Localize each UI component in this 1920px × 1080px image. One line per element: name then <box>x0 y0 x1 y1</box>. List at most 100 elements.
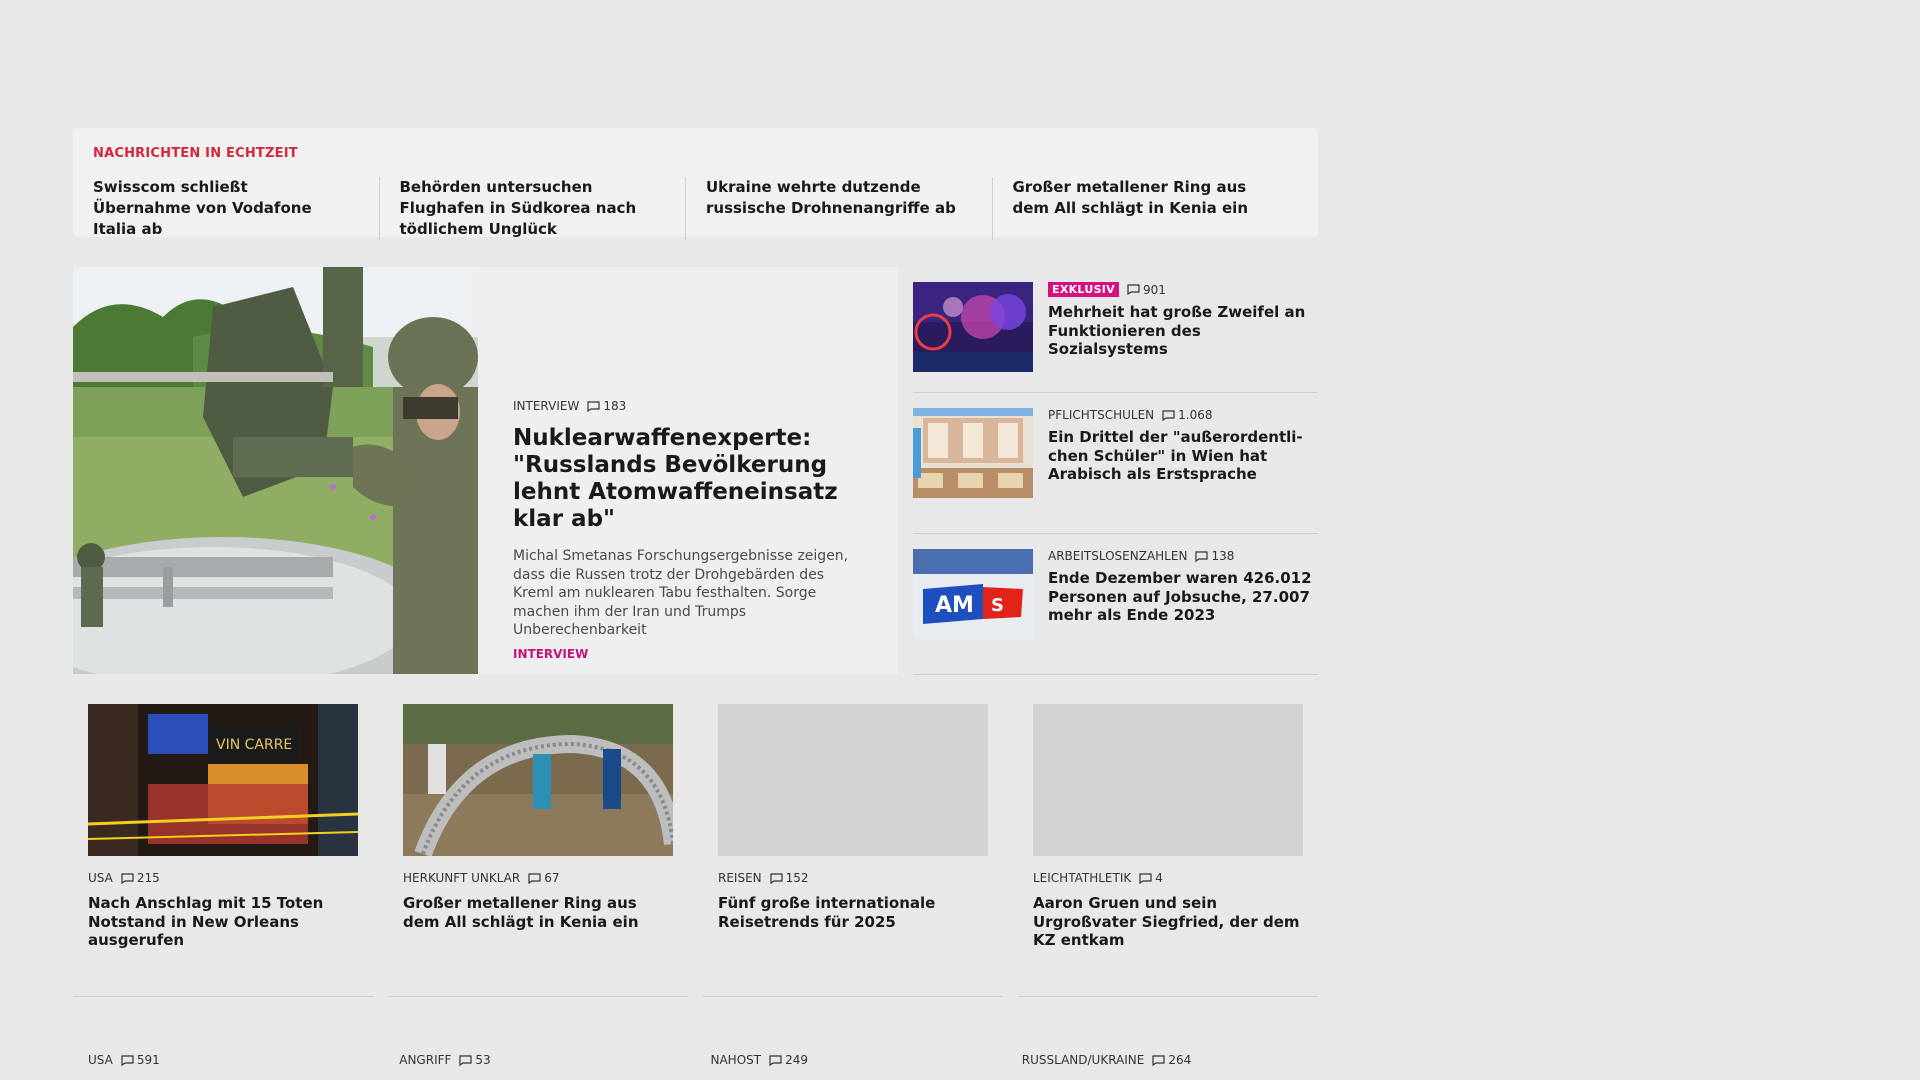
comment-bubble-icon <box>1139 872 1152 884</box>
card-meta: LEICHTATHLETIK 4 <box>1033 871 1303 885</box>
comment-bubble-icon <box>1195 550 1209 562</box>
comment-count-value: 53 <box>475 1053 491 1067</box>
ticker-items: Swisscom schließt Übernahme von Vodafone… <box>93 177 1298 240</box>
side-item-kicker: PFLICHTSCHULEN <box>1048 408 1155 422</box>
comment-bubble-icon <box>770 872 783 884</box>
live-ticker: NACHRICHTEN IN ECHTZEIT Swisscom schließ… <box>73 128 1318 240</box>
hero-lead: Michal Smetanas Forschungsergebnisse zei… <box>513 548 849 638</box>
comment-count[interactable]: 183 <box>587 399 626 413</box>
card-image-placeholder[interactable] <box>1033 704 1303 856</box>
side-item-text: EXKLUSIV 901 Mehrheit hat große Zweifel … <box>1048 282 1318 392</box>
card-kicker: LEICHTATHLETIK <box>1033 871 1132 885</box>
comment-count-value: 152 <box>785 871 809 885</box>
svg-text:S: S <box>991 595 1004 616</box>
hero-tag[interactable]: INTERVIEW <box>513 647 852 661</box>
comment-bubble-icon <box>459 1054 473 1066</box>
comment-count-value: 215 <box>136 871 160 885</box>
hero-kicker: INTERVIEW <box>513 399 580 413</box>
comment-bubble-icon <box>769 1054 782 1066</box>
comment-count-value: 249 <box>785 1053 809 1067</box>
hero-image[interactable] <box>73 267 478 674</box>
card-kicker: REISEN <box>718 871 762 885</box>
comment-count[interactable]: 67 <box>528 871 560 885</box>
side-item[interactable]: PFLICHTSCHULEN 1.068 Ein Drittel der "au… <box>913 393 1318 534</box>
comment-bubble-icon <box>587 400 600 412</box>
comment-bubble-icon <box>528 872 541 884</box>
side-item-title[interactable]: Ende Dezember waren 426.012 Personen auf… <box>1048 569 1318 625</box>
comment-count[interactable]: 901 <box>1127 283 1166 297</box>
comment-count-value: 1.068 <box>1178 408 1213 422</box>
side-item[interactable]: EXKLUSIV 901 Mehrheit hat große Zweifel … <box>913 267 1318 393</box>
side-item-meta: EXKLUSIV 901 <box>1048 282 1318 297</box>
article-card[interactable]: VIN CARRE USA 215 Nach Anschlag mit 15 T… <box>73 704 373 997</box>
hero-title[interactable]: Nuklearwaffenexperte: "Russlands Bevölke… <box>513 425 852 533</box>
hero-article[interactable]: INTERVIEW 183 Nuklearwaffenexperte: "Rus… <box>73 267 898 674</box>
svg-text:VIN CARRE: VIN CARRE <box>216 737 292 753</box>
hero-meta: INTERVIEW 183 <box>513 399 852 413</box>
card-kicker: ANGRIFF <box>399 1053 452 1067</box>
side-item-image[interactable]: AM S <box>913 549 1033 639</box>
side-item-image[interactable] <box>913 408 1033 498</box>
card-title[interactable]: Aaron Gruen und sein Urgroßvater Siegfri… <box>1033 894 1303 950</box>
comment-count[interactable]: 264 <box>1152 1053 1191 1067</box>
comment-bubble-icon <box>121 872 134 884</box>
comment-count[interactable]: 249 <box>769 1053 808 1067</box>
article-grid-row-2: USA 591 ANGRIFF 53 NAHOST 249 RUSSLAND/U… <box>73 1053 1318 1067</box>
ticker-item[interactable]: Großer metallener Ring aus dem All schlä… <box>991 177 1299 240</box>
ticker-item[interactable]: Swisscom schließt Übernahme von Vodafone… <box>93 177 379 240</box>
svg-text:AM: AM <box>935 593 974 618</box>
comment-count-value: 183 <box>603 399 627 413</box>
card-meta: RUSSLAND/UKRAINE 264 <box>1007 1053 1303 1067</box>
card-image-placeholder[interactable] <box>718 704 988 856</box>
comment-count[interactable]: 591 <box>121 1053 160 1067</box>
comment-count[interactable]: 138 <box>1195 549 1234 563</box>
card-kicker: NAHOST <box>710 1053 762 1067</box>
card-image[interactable] <box>403 704 673 856</box>
comment-bubble-icon <box>121 1054 134 1066</box>
comment-count-value: 264 <box>1168 1053 1192 1067</box>
comment-count[interactable]: 215 <box>121 871 160 885</box>
comment-bubble-icon <box>1127 284 1140 295</box>
article-card[interactable]: REISEN 152 Fünf große internationale Rei… <box>703 704 1003 997</box>
side-item-kicker: ARBEITSLOSENZAHLEN <box>1048 549 1188 563</box>
card-kicker: RUSSLAND/UKRAINE <box>1021 1053 1145 1067</box>
comment-count[interactable]: 1.068 <box>1162 408 1213 422</box>
side-item-text: ARBEITSLOSENZAHLEN 138 Ende Dezember war… <box>1048 549 1318 674</box>
side-item-title[interactable]: Mehrheit hat große Zweifel an Funktionie… <box>1048 303 1318 359</box>
card-meta: USA 215 <box>88 871 358 885</box>
card-title[interactable]: Großer metallener Ring aus dem All schlä… <box>403 894 673 931</box>
card-meta: USA 591 <box>73 1053 369 1067</box>
card-meta: REISEN 152 <box>718 871 988 885</box>
card-meta: HERKUNFT UNKLAR 67 <box>403 871 673 885</box>
side-item-meta: PFLICHTSCHULEN 1.068 <box>1048 408 1318 422</box>
side-item-text: PFLICHTSCHULEN 1.068 Ein Drittel der "au… <box>1048 408 1318 533</box>
comment-count-value: 901 <box>1143 282 1166 297</box>
ticker-item[interactable]: Behörden untersuchen Flughafen in Südkor… <box>378 177 686 240</box>
hero-text: INTERVIEW 183 Nuklearwaffenexperte: "Rus… <box>478 267 898 674</box>
page-content: NACHRICHTEN IN ECHTZEIT Swisscom schließ… <box>73 128 1318 1067</box>
comment-bubble-icon <box>1162 409 1175 421</box>
comment-count[interactable]: 53 <box>459 1053 491 1067</box>
comment-count[interactable]: 152 <box>770 871 809 885</box>
ticker-item[interactable]: Ukraine wehrte dutzende russische Drohne… <box>685 177 992 240</box>
comment-count-value: 591 <box>136 1053 160 1067</box>
side-item-title[interactable]: Ein Drittel der "außerordentli-chen Schü… <box>1048 428 1318 484</box>
side-item[interactable]: AM S ARBEITSLOSENZAHLEN 138 Ende Dezembe… <box>913 534 1318 675</box>
exclusive-badge: EXKLUSIV <box>1048 282 1119 297</box>
article-card[interactable]: LEICHTATHLETIK 4 Aaron Gruen und sein Ur… <box>1018 704 1318 997</box>
card-title[interactable]: Nach Anschlag mit 15 Toten Notstand in N… <box>88 894 358 950</box>
card-image[interactable]: VIN CARRE <box>88 704 358 856</box>
side-list: EXKLUSIV 901 Mehrheit hat große Zweifel … <box>913 267 1318 675</box>
comment-bubble-icon <box>1152 1054 1165 1066</box>
card-title[interactable]: Fünf große internationale Reisetrends fü… <box>718 894 988 931</box>
comment-count-value: 138 <box>1211 549 1235 563</box>
card-kicker: USA <box>88 871 113 885</box>
ticker-label[interactable]: NACHRICHTEN IN ECHTZEIT <box>93 146 1298 161</box>
comment-count[interactable]: 4 <box>1139 871 1163 885</box>
comment-count-value: 4 <box>1155 871 1163 885</box>
side-item-image[interactable] <box>913 282 1033 372</box>
side-item-meta: ARBEITSLOSENZAHLEN 138 <box>1048 549 1318 563</box>
article-card[interactable]: HERKUNFT UNKLAR 67 Großer metallener Rin… <box>388 704 688 997</box>
card-meta: ANGRIFF 53 <box>384 1053 680 1067</box>
card-meta: NAHOST 249 <box>696 1053 992 1067</box>
